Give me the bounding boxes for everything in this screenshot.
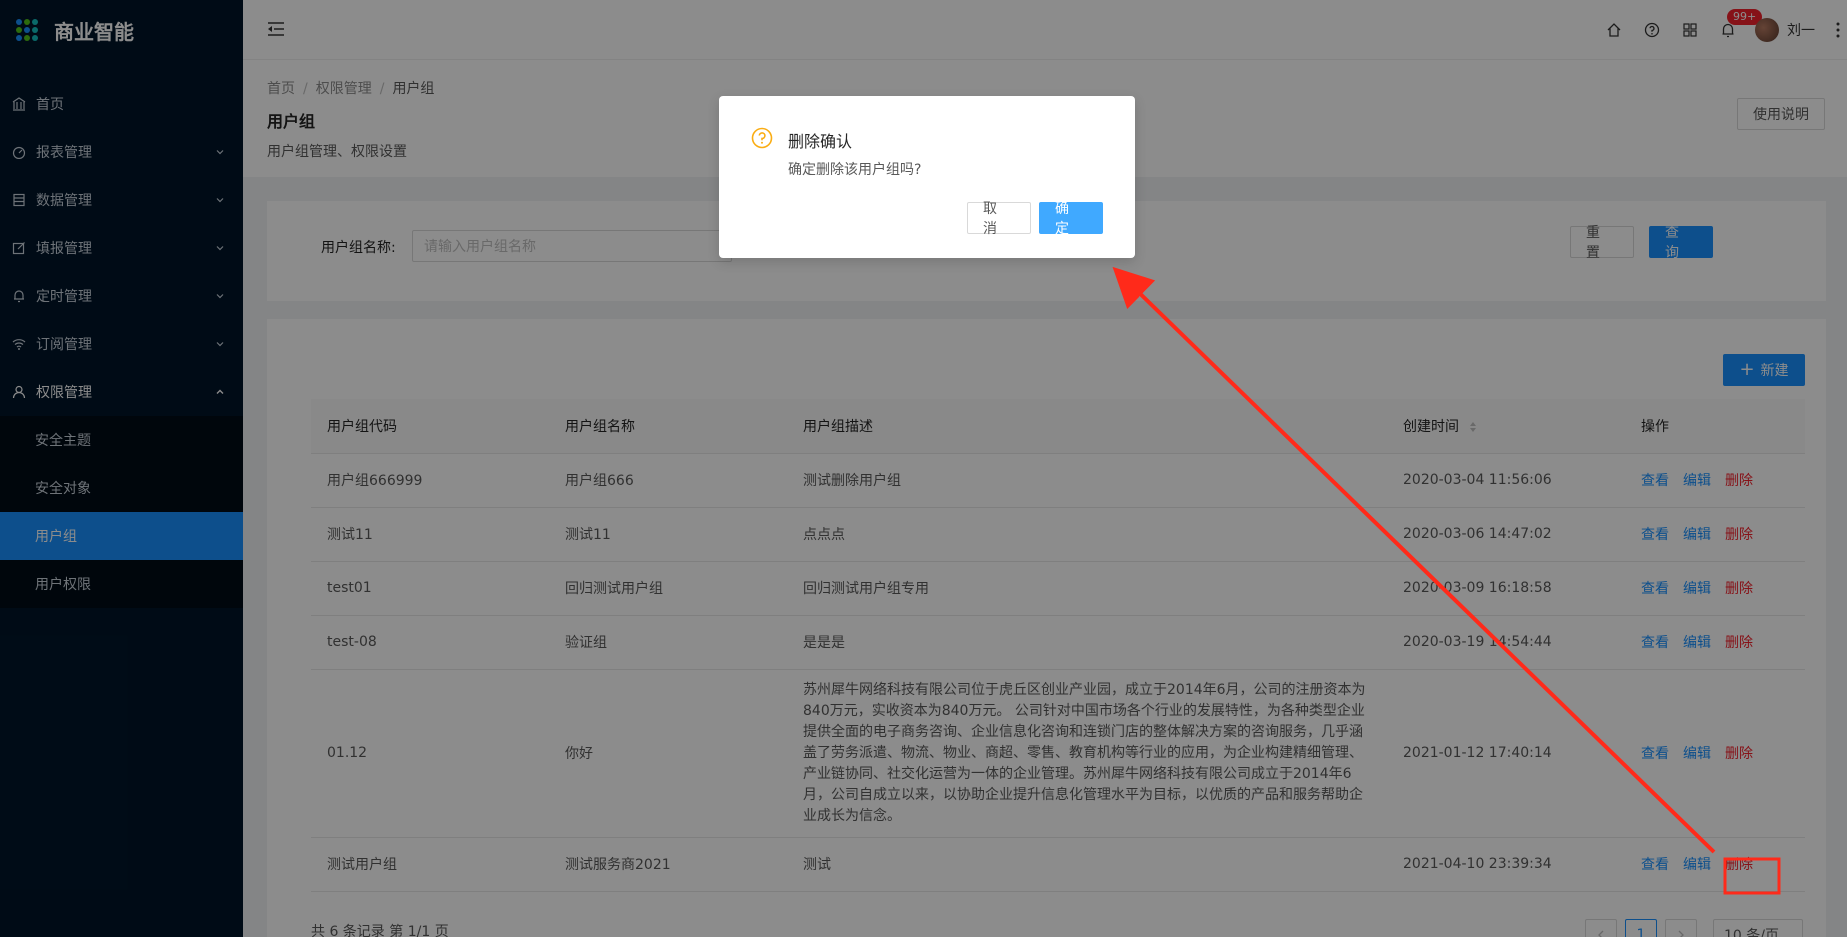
modal-content: 确定删除该用户组吗? (788, 162, 922, 178)
question-circle-icon (751, 127, 773, 149)
app-root: 商业智能 首页 报表管理 数据管理 填报管理 定时管理 订阅管理 权限管理 安全… (0, 0, 1847, 937)
modal-title: 删除确认 (788, 132, 853, 151)
delete-confirm-modal: 删除确认 确定删除该用户组吗? 取 消 确 定 (719, 96, 1135, 258)
confirm-button[interactable]: 确 定 (1039, 201, 1103, 237)
cancel-button[interactable]: 取 消 (967, 201, 1031, 237)
